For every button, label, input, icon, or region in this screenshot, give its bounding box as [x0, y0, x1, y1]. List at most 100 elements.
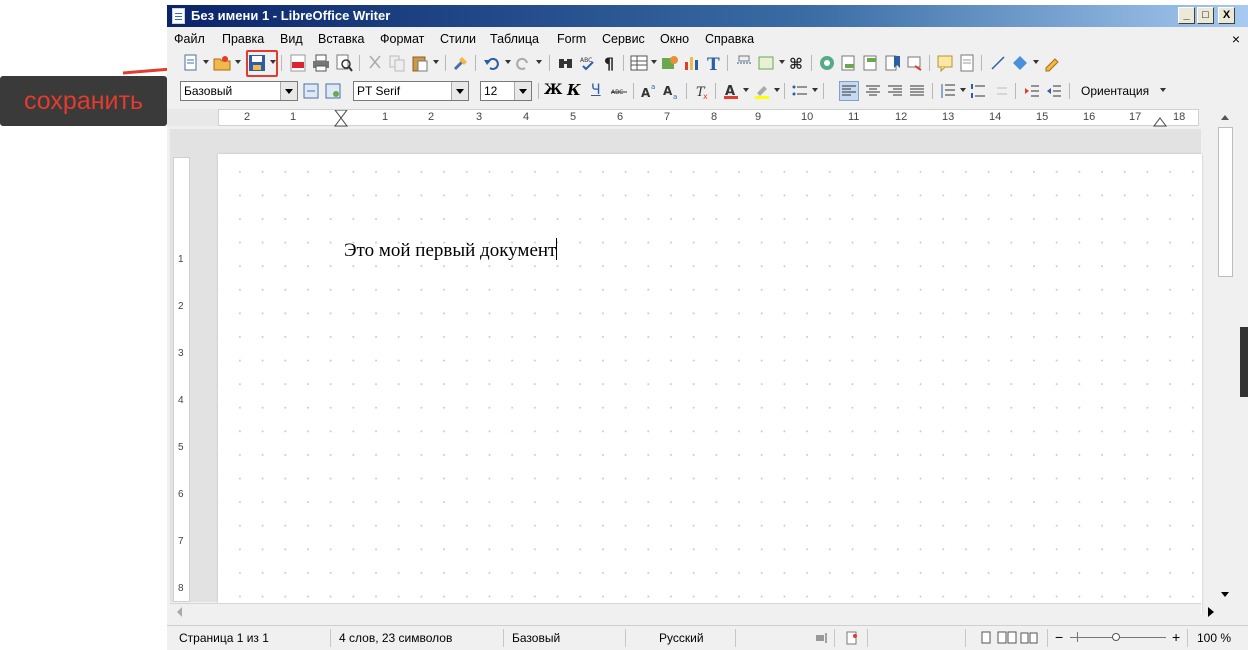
- align-left-icon[interactable]: [839, 81, 859, 101]
- line-spacing-dropdown-icon[interactable]: [960, 88, 966, 92]
- draw-functions-icon[interactable]: [1043, 54, 1061, 72]
- undo-dropdown-icon[interactable]: [505, 60, 511, 64]
- vertical-scroll-thumb[interactable]: [1218, 127, 1233, 277]
- minimize-button[interactable]: _: [1178, 7, 1195, 24]
- insert-line-icon[interactable]: [989, 54, 1007, 72]
- insert-special-character-icon[interactable]: ⌘: [788, 54, 806, 72]
- bold-button[interactable]: Ж: [544, 82, 562, 98]
- table-dropdown-icon[interactable]: [651, 60, 657, 64]
- font-name-select[interactable]: PT Serif: [353, 81, 469, 101]
- insert-mode-icon[interactable]: [814, 631, 828, 645]
- redo-dropdown-icon[interactable]: [536, 60, 542, 64]
- menu-styles[interactable]: Стили: [440, 32, 476, 46]
- insert-page-break-icon[interactable]: [735, 54, 753, 72]
- bullets-icon[interactable]: [791, 82, 809, 100]
- open-folder-icon[interactable]: [213, 54, 231, 72]
- export-pdf-icon[interactable]: [289, 54, 307, 72]
- chevron-down-icon[interactable]: [514, 82, 531, 100]
- orientation-button[interactable]: Ориентация: [1081, 84, 1149, 98]
- update-style-icon[interactable]: [302, 82, 320, 100]
- scroll-right-icon[interactable]: [1203, 604, 1219, 620]
- menu-format[interactable]: Формат: [380, 32, 424, 46]
- menu-window[interactable]: Окно: [660, 32, 689, 46]
- italic-button[interactable]: К: [567, 81, 581, 99]
- multi-page-view-icon[interactable]: [997, 631, 1017, 645]
- menu-insert[interactable]: Вставка: [318, 32, 364, 46]
- hyperlink-icon[interactable]: [818, 54, 836, 72]
- increase-paragraph-spacing-icon[interactable]: [969, 82, 987, 100]
- track-changes-icon[interactable]: [958, 54, 976, 72]
- insert-endnote-icon[interactable]: [862, 54, 880, 72]
- decrease-paragraph-spacing-icon[interactable]: [991, 82, 1009, 100]
- zoom-out-button[interactable]: −: [1055, 629, 1063, 645]
- print-preview-icon[interactable]: [335, 54, 353, 72]
- bullets-dropdown-icon[interactable]: [812, 88, 818, 92]
- subscript-icon[interactable]: Aa: [662, 82, 680, 100]
- font-size-select[interactable]: 12: [480, 81, 532, 101]
- close-button[interactable]: X: [1218, 7, 1235, 24]
- underline-button[interactable]: Ч: [591, 82, 601, 98]
- horizontal-scrollbar[interactable]: [170, 603, 1214, 620]
- clone-formatting-icon[interactable]: [452, 54, 470, 72]
- paragraph-style-select[interactable]: Базовый: [180, 81, 298, 101]
- zoom-level-status[interactable]: 100 %: [1197, 631, 1231, 645]
- horizontal-ruler[interactable]: 2 1 1 2 3 4 5 6 7 8 9 10 11 12 13 14 15 …: [218, 109, 1199, 127]
- field-dropdown-icon[interactable]: [779, 60, 785, 64]
- increase-indent-icon[interactable]: [1023, 82, 1041, 100]
- print-icon[interactable]: [312, 54, 330, 72]
- menu-form[interactable]: Form: [557, 32, 586, 46]
- cut-icon[interactable]: [366, 54, 384, 72]
- zoom-slider-thumb[interactable]: [1112, 633, 1120, 641]
- new-style-icon[interactable]: [324, 82, 342, 100]
- document-text[interactable]: Это мой первый документ: [344, 238, 558, 262]
- vertical-ruler[interactable]: 1 2 3 4 5 6 7 8: [173, 157, 190, 602]
- indent-marker-icon[interactable]: [334, 110, 348, 127]
- page-count-status[interactable]: Страница 1 из 1: [179, 631, 269, 645]
- font-color-icon[interactable]: A: [722, 82, 740, 100]
- right-indent-marker-icon[interactable]: [1153, 111, 1167, 127]
- sidebar-toggle-handle[interactable]: [1240, 327, 1248, 397]
- insert-cross-reference-icon[interactable]: [906, 54, 924, 72]
- language-status[interactable]: Русский: [659, 631, 704, 645]
- word-count-status[interactable]: 4 слов, 23 символов: [339, 631, 452, 645]
- basic-shapes-icon[interactable]: [1011, 54, 1029, 72]
- insert-textbox-icon[interactable]: T: [705, 54, 723, 72]
- redo-icon[interactable]: [514, 54, 532, 72]
- insert-table-icon[interactable]: [630, 54, 648, 72]
- copy-icon[interactable]: [388, 54, 406, 72]
- insert-image-icon[interactable]: [661, 54, 679, 72]
- shapes-dropdown-icon[interactable]: [1033, 60, 1039, 64]
- highlighting-icon[interactable]: [753, 82, 771, 100]
- align-right-icon[interactable]: [886, 82, 904, 100]
- insert-chart-icon[interactable]: [683, 54, 701, 72]
- superscript-icon[interactable]: Aa: [640, 82, 658, 100]
- menu-view[interactable]: Вид: [280, 32, 303, 46]
- single-page-view-icon[interactable]: [979, 631, 993, 645]
- paragraph-text[interactable]: Это мой первый документ: [344, 240, 556, 261]
- page-style-status[interactable]: Базовый: [512, 631, 560, 645]
- new-document-icon[interactable]: [182, 54, 200, 72]
- chevron-down-icon[interactable]: [451, 82, 468, 100]
- menu-file[interactable]: Файл: [174, 32, 205, 46]
- menu-tools[interactable]: Сервис: [602, 32, 645, 46]
- insert-bookmark-icon[interactable]: [884, 54, 902, 72]
- menu-edit[interactable]: Правка: [222, 32, 264, 46]
- strikethrough-icon[interactable]: ABC: [610, 82, 628, 100]
- scroll-left-icon[interactable]: [172, 604, 186, 620]
- decrease-indent-icon[interactable]: [1045, 82, 1063, 100]
- paste-dropdown-icon[interactable]: [433, 60, 439, 64]
- menu-help[interactable]: Справка: [705, 32, 754, 46]
- menu-table[interactable]: Таблица: [490, 32, 539, 46]
- book-view-icon[interactable]: [1020, 631, 1038, 645]
- document-page[interactable]: Это мой первый документ: [218, 154, 1202, 614]
- undo-icon[interactable]: [483, 54, 501, 72]
- orientation-dropdown-icon[interactable]: [1160, 88, 1166, 92]
- scroll-up-icon[interactable]: [1217, 109, 1234, 126]
- formatting-marks-icon[interactable]: ¶: [601, 54, 619, 72]
- clear-formatting-icon[interactable]: Tx: [693, 82, 711, 100]
- close-document-button[interactable]: ×: [1232, 31, 1240, 47]
- spelling-icon[interactable]: ABC: [579, 54, 597, 72]
- line-spacing-icon[interactable]: [939, 82, 957, 100]
- font-color-dropdown-icon[interactable]: [743, 88, 749, 92]
- insert-comment-icon[interactable]: [936, 54, 954, 72]
